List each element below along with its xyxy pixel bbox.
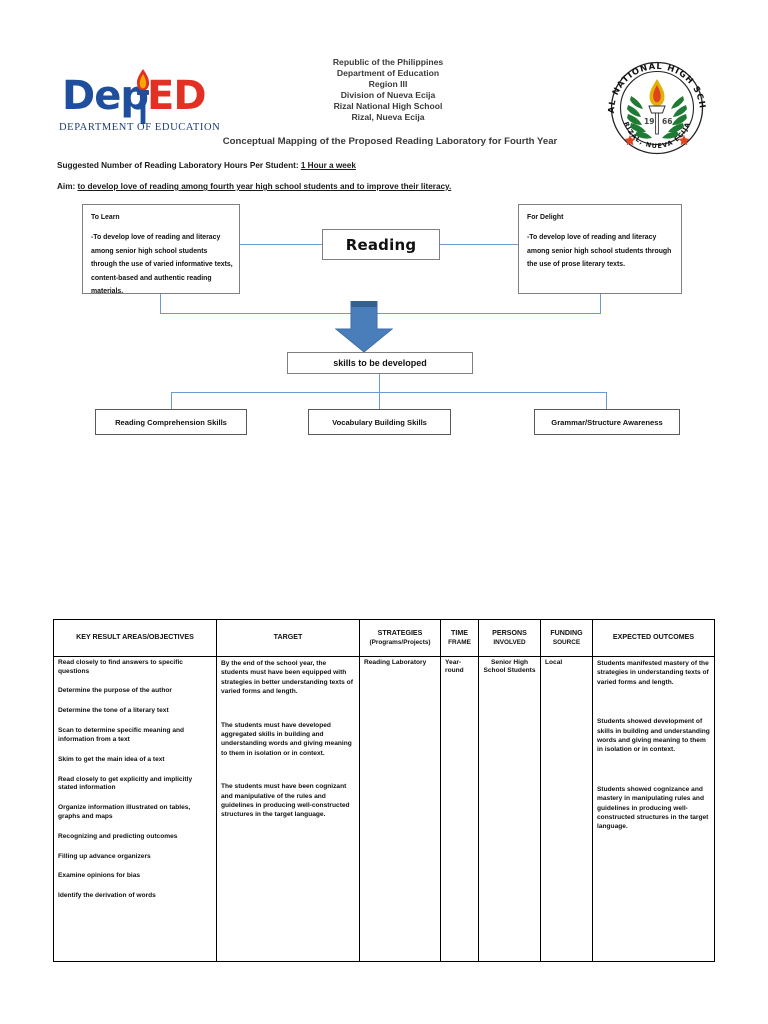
agency-line-5: Rizal, Nueva Ecija bbox=[351, 111, 425, 122]
cell-target: By the end of the school year, the stude… bbox=[216, 656, 360, 962]
target-item: The students must have been cognizant an… bbox=[221, 783, 350, 819]
to-learn-title: To Learn bbox=[91, 214, 120, 221]
suggested-hours-label: Suggested Number of Reading Laboratory H… bbox=[57, 161, 301, 170]
objective-item: Examine opinions for bias bbox=[58, 872, 141, 880]
skill-box-vocabulary-building: Vocabulary Building Skills bbox=[308, 409, 451, 435]
school-seal-icon: RIZAL NATIONAL HIGH SCHOOL RIZAL, NUEVA … bbox=[597, 52, 707, 155]
connector-reading-to-delight bbox=[438, 244, 520, 246]
connector-skills-bar bbox=[171, 392, 607, 394]
objective-item: Determine the tone of a literary text bbox=[58, 707, 169, 715]
agency-line-3: Division of Nueva Ecija bbox=[340, 89, 436, 100]
cell-funding-source: Local bbox=[540, 656, 593, 962]
target-item: The students must have developed aggrega… bbox=[221, 721, 352, 757]
agency-line-1: Department of Education bbox=[336, 67, 440, 78]
deped-subtitle: DEPARTMENT OF EDUCATION bbox=[59, 122, 221, 133]
reading-node: Reading bbox=[322, 229, 440, 260]
connector-leaf-b-down bbox=[379, 392, 381, 409]
aim-value: to develop love of reading among fourth … bbox=[77, 182, 452, 191]
objective-item: Read closely to get explicitly and impli… bbox=[58, 775, 193, 792]
svg-text:66: 66 bbox=[662, 117, 672, 126]
column-header-text: TARGET bbox=[273, 633, 303, 642]
cell-objectives: Read closely to find answers to specific… bbox=[53, 656, 217, 962]
document-page: Dep ED DEPARTMENT OF EDUCATION Republic … bbox=[0, 0, 768, 1024]
column-header-expected-outcomes: EXPECTED OUTCOMES bbox=[592, 619, 715, 657]
skill-box-label: Grammar/Structure Awareness bbox=[551, 417, 663, 427]
connector-skills-down bbox=[379, 374, 381, 393]
agency-line-0: Republic of the Philippines bbox=[332, 57, 444, 67]
objective-item: Read closely to find answers to specific… bbox=[58, 659, 183, 675]
objective-item: Determine the purpose of the author bbox=[58, 687, 172, 695]
suggested-hours-line: Suggested Number of Reading Laboratory H… bbox=[57, 161, 356, 170]
column-header-strategies: STRATEGIES (Programs/Projects) bbox=[359, 619, 441, 657]
outcome-item: Students showed development of skills in… bbox=[597, 718, 710, 754]
skills-node: skills to be developed bbox=[287, 352, 473, 374]
column-header-subtext: INVOLVED bbox=[493, 639, 526, 646]
deped-logo: Dep ED DEPARTMENT OF EDUCATION bbox=[58, 69, 221, 144]
column-header-subtext: (Programs/Projects) bbox=[369, 639, 431, 646]
deped-wordmark: Dep ED bbox=[58, 69, 218, 124]
target-item: By the end of the school year, the stude… bbox=[221, 660, 353, 696]
to-learn-body: -To develop love of reading and literacy… bbox=[91, 234, 233, 296]
document-title: Conceptual Mapping of the Proposed Readi… bbox=[222, 136, 558, 147]
cell-persons-involved: Senior High School Students bbox=[478, 656, 541, 962]
column-header-text: EXPECTED OUTCOMES bbox=[612, 633, 695, 642]
cell-expected-outcomes: Students manifested mastery of the strat… bbox=[592, 656, 715, 962]
agency-header: Republic of the Philippines Department o… bbox=[228, 57, 548, 122]
down-arrow-icon bbox=[335, 301, 393, 353]
column-header-text: TIME bbox=[451, 628, 468, 637]
to-learn-box: To Learn -To develop love of reading and… bbox=[82, 204, 240, 295]
column-header-text: KEY RESULT AREAS/OBJECTIVES bbox=[76, 633, 194, 642]
skills-node-label: skills to be developed bbox=[333, 358, 427, 368]
table-header-row: KEY RESULT AREAS/OBJECTIVES TARGET STRAT… bbox=[53, 619, 715, 657]
table-row: Read closely to find answers to specific… bbox=[53, 656, 715, 962]
connector-leaf-a-down bbox=[171, 392, 173, 409]
cell-time-frame: Year-round bbox=[440, 656, 479, 962]
outcome-item: Students showed cognizance and mastery i… bbox=[597, 785, 709, 831]
skill-box-reading-comprehension: Reading Comprehension Skills bbox=[95, 409, 247, 435]
suggested-hours-value: 1 Hour a week bbox=[300, 161, 356, 170]
objective-item: Scan to determine specific meaning and i… bbox=[58, 727, 185, 743]
for-delight-body: -To develop love of reading and literacy… bbox=[527, 234, 672, 269]
svg-text:19: 19 bbox=[644, 117, 654, 126]
column-header-text: STRATEGIES bbox=[377, 628, 423, 637]
column-header-text: FUNDING bbox=[550, 628, 583, 637]
skill-box-grammar-structure: Grammar/Structure Awareness bbox=[534, 409, 680, 435]
agency-line-2: Region III bbox=[368, 78, 408, 89]
objective-item: Filling up advance organizers bbox=[58, 852, 151, 860]
deped-ed-text: ED bbox=[147, 73, 207, 119]
aim-label: Aim: bbox=[57, 182, 78, 191]
column-header-funding-source: FUNDING SOURCE bbox=[540, 619, 593, 657]
skill-box-label: Vocabulary Building Skills bbox=[332, 417, 427, 427]
column-header-time-frame: TIME FRAME bbox=[440, 619, 479, 657]
skill-box-label: Reading Comprehension Skills bbox=[115, 417, 227, 427]
outcome-item: Students manifested mastery of the strat… bbox=[597, 660, 709, 686]
for-delight-box: For Delight -To develop love of reading … bbox=[518, 204, 682, 294]
reading-node-label: Reading bbox=[345, 235, 417, 254]
connector-leaf-c-down bbox=[606, 392, 608, 409]
aim-line: Aim: to develop love of reading among fo… bbox=[57, 182, 451, 191]
for-delight-title: For Delight bbox=[527, 214, 564, 221]
column-header-objectives: KEY RESULT AREAS/OBJECTIVES bbox=[53, 619, 217, 657]
objective-item: Skim to get the main idea of a text bbox=[58, 755, 165, 763]
column-header-persons-involved: PERSONS INVOLVED bbox=[478, 619, 541, 657]
agency-line-4: Rizal National High School bbox=[333, 100, 443, 111]
objective-item: Organize information illustrated on tabl… bbox=[58, 804, 191, 820]
objective-item: Recognizing and predicting outcomes bbox=[58, 832, 178, 840]
connector-delight-down bbox=[600, 294, 602, 314]
objective-item: Identify the derivation of words bbox=[58, 892, 156, 900]
column-header-text: PERSONS bbox=[492, 628, 527, 637]
concept-map-diagram: To Learn -To develop love of reading and… bbox=[0, 196, 768, 456]
column-header-subtext: SOURCE bbox=[552, 639, 581, 646]
key-result-areas-table: KEY RESULT AREAS/OBJECTIVES TARGET STRAT… bbox=[53, 619, 715, 962]
column-header-target: TARGET bbox=[216, 619, 360, 657]
connector-learn-to-reading bbox=[240, 244, 324, 246]
cell-strategies: Reading Laboratory bbox=[359, 656, 441, 962]
column-header-subtext: FRAME bbox=[448, 639, 471, 646]
